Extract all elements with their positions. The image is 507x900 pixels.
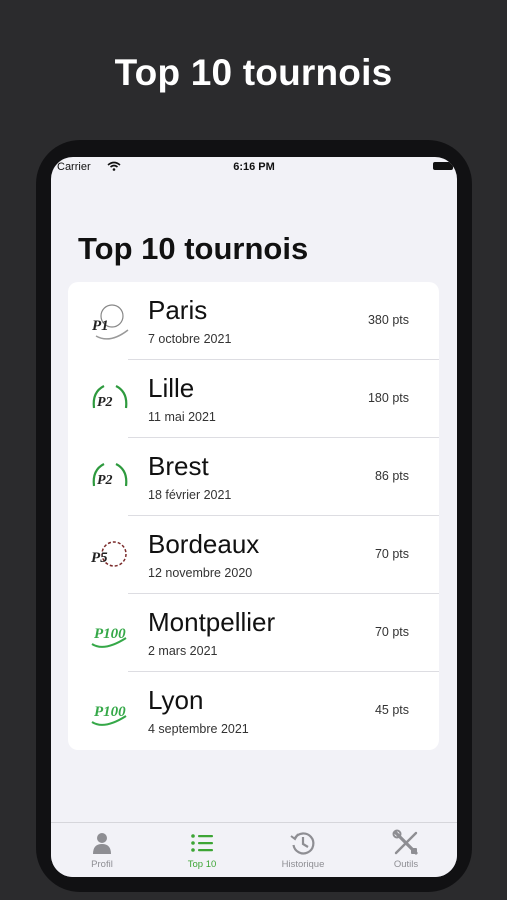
- tournament-list: P1 Paris 7 octobre 2021 380 pts P2 Lille…: [68, 282, 439, 750]
- tab-top10[interactable]: Top 10: [157, 829, 247, 870]
- tab-label: Historique: [281, 859, 325, 870]
- battery-icon: [433, 162, 453, 170]
- svg-text:P2: P2: [97, 395, 113, 410]
- tournament-logo-icon: P5: [91, 541, 127, 567]
- list-item[interactable]: P2 Lille 11 mai 2021 180 pts: [68, 360, 439, 438]
- tab-bar: Profil Top 10 Historique Outils: [51, 822, 457, 877]
- tab-label: Top 10: [187, 859, 217, 870]
- tab-label: Outils: [393, 859, 419, 870]
- tournament-name: Montpellier: [148, 607, 276, 637]
- tournament-points: 180 pts: [367, 391, 409, 405]
- tournament-date: 7 octobre 2021: [148, 332, 232, 346]
- tournament-logo-icon: P2: [92, 463, 128, 488]
- list-item[interactable]: P1 Paris 7 octobre 2021 380 pts: [68, 282, 439, 360]
- tab-outils[interactable]: Outils: [361, 829, 451, 870]
- tournament-points: 380 pts: [367, 313, 409, 327]
- tournament-name: Brest: [148, 451, 209, 481]
- tournament-name: Bordeaux: [148, 529, 260, 559]
- person-icon: [93, 833, 111, 854]
- svg-text:P100: P100: [94, 704, 126, 720]
- tournament-logo-icon: P2: [92, 385, 128, 410]
- tournament-date: 4 septembre 2021: [148, 722, 249, 736]
- promo-headline: Top 10 tournois: [114, 52, 393, 93]
- list-item[interactable]: P2 Brest 18 février 2021 86 pts: [68, 438, 439, 516]
- svg-text:P5: P5: [91, 550, 108, 566]
- tab-historique[interactable]: Historique: [258, 829, 348, 870]
- tournament-name: Paris: [148, 295, 208, 325]
- tournament-name: Lille: [148, 373, 195, 403]
- tournament-points: 45 pts: [374, 703, 409, 717]
- tournament-date: 12 novembre 2020: [148, 566, 253, 580]
- tournament-logo-icon: P100: [91, 704, 127, 726]
- tournament-date: 18 février 2021: [148, 488, 232, 502]
- history-icon: [290, 832, 315, 855]
- status-bar: Carrier 6:16 PM: [51, 157, 457, 179]
- tab-profil[interactable]: Profil: [57, 829, 147, 870]
- svg-text:P2: P2: [97, 473, 113, 488]
- list-item[interactable]: P5 Bordeaux 12 novembre 2020 70 pts: [68, 516, 439, 594]
- tools-icon: [392, 829, 418, 855]
- list-item[interactable]: P100 Lyon 4 septembre 2021 45 pts: [68, 672, 439, 750]
- tournament-points: 70 pts: [374, 625, 409, 639]
- status-time: 6:16 PM: [233, 161, 275, 173]
- tournament-logo-icon: P100: [91, 626, 127, 648]
- tournament-logo-icon: P1: [92, 304, 129, 340]
- page-title: Top 10 tournois: [78, 231, 309, 266]
- tab-label: Profil: [91, 859, 113, 870]
- list-item[interactable]: P100 Montpellier 2 mars 2021 70 pts: [68, 594, 439, 672]
- svg-text:P100: P100: [94, 626, 126, 642]
- list-icon: [191, 834, 213, 852]
- tournament-date: 2 mars 2021: [148, 644, 218, 658]
- tournament-points: 86 pts: [374, 469, 409, 483]
- phone-screen: Carrier 6:16 PM Top 10 tournois P1 Paris…: [51, 157, 457, 877]
- tournament-date: 11 mai 2021: [148, 410, 216, 424]
- svg-text:P1: P1: [92, 318, 109, 334]
- tournament-points: 70 pts: [374, 547, 409, 561]
- tournament-name: Lyon: [148, 685, 204, 715]
